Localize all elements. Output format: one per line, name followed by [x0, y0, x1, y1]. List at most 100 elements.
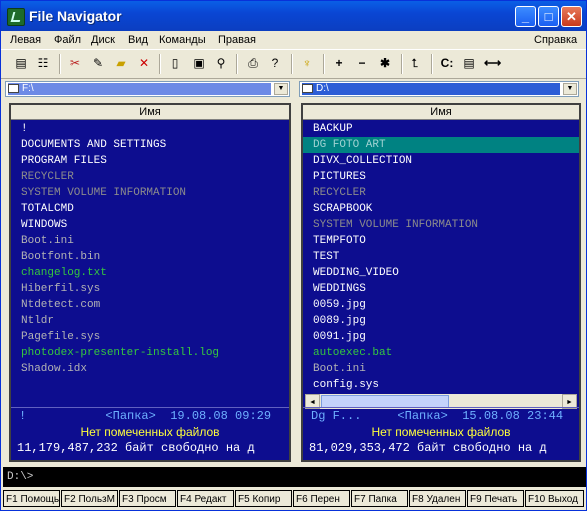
- file-list-item[interactable]: SYSTEM VOLUME INFORMATION: [303, 217, 579, 233]
- filter-icon[interactable]: ♆: [299, 55, 315, 71]
- file-list-item[interactable]: TOTALCMD: [11, 201, 289, 217]
- select-plus-icon[interactable]: +: [331, 55, 347, 71]
- left-file-list: ! DOCUMENTS AND SETTINGS PROGRAM FILES RECY…: [11, 121, 289, 377]
- right-drive-selector[interactable]: D:\ ▼: [299, 81, 579, 97]
- file-list-item[interactable]: TEMPFOTO: [303, 233, 579, 249]
- file-list-item[interactable]: RECYCLER: [303, 185, 579, 201]
- file-list-item[interactable]: SYSTEM VOLUME INFORMATION: [11, 185, 289, 201]
- right-panel[interactable]: Имя BACKUP DG FOTO ART DIVX_COLLECTION PICT…: [301, 103, 581, 462]
- left-drive-selector[interactable]: F:\ ▼: [5, 81, 290, 97]
- maximize-button[interactable]: □: [538, 6, 559, 27]
- left-status-marked: Нет помеченных файлов: [80, 425, 220, 439]
- file-list-item[interactable]: TEST: [303, 249, 579, 265]
- file-list-item[interactable]: 0091.jpg: [303, 329, 579, 345]
- f2-usermenu-button[interactable]: F2 ПользМ: [61, 490, 118, 507]
- file-list-item[interactable]: photodex-presenter-install.log: [11, 345, 289, 361]
- f6-move-button[interactable]: F6 Перен: [293, 490, 350, 507]
- f8-delete-button[interactable]: F8 Удален: [409, 490, 466, 507]
- right-status-marked: Нет помеченных файлов: [371, 425, 511, 439]
- close-button[interactable]: ✕: [561, 6, 582, 27]
- file-list-item[interactable]: BACKUP: [303, 121, 579, 137]
- file-list-item[interactable]: Boot.ini: [11, 233, 289, 249]
- menu-help[interactable]: Справка: [534, 34, 577, 46]
- right-status-current: Dg F... <Папка> 15.08.08 23:44: [311, 409, 564, 423]
- print-icon[interactable]: ⎙: [245, 55, 261, 71]
- tree-icon[interactable]: ▤: [13, 55, 29, 71]
- f9-print-button[interactable]: F9 Печать: [467, 490, 524, 507]
- file-list-item[interactable]: Bootfont.bin: [11, 249, 289, 265]
- file-list-item[interactable]: WEDDINGS: [303, 281, 579, 297]
- minimize-button[interactable]: _: [515, 6, 536, 27]
- toolbar: ▤ ☷ ✂ ✎ ▰ ✕ ▯ ▣ ⚲ ⎙ ? ♆ + − ✱ ⮤ C: ▤ ⟷: [1, 49, 586, 79]
- menu-right[interactable]: Правая: [218, 34, 256, 46]
- right-status: Dg F... <Папка> 15.08.08 23:44 Нет помеч…: [303, 407, 579, 460]
- right-status-free: 81,029,353,472 байт свободно на д: [309, 441, 547, 455]
- drive-c-button[interactable]: C:: [439, 55, 455, 71]
- file-list-item[interactable]: DOCUMENTS AND SETTINGS: [11, 137, 289, 153]
- cut-icon[interactable]: ✂: [67, 55, 83, 71]
- file-list-item[interactable]: Shadow.idx: [11, 361, 289, 377]
- chevron-down-icon[interactable]: ▼: [563, 83, 577, 95]
- window-title: File Navigator: [29, 8, 122, 24]
- left-panel[interactable]: Имя ! DOCUMENTS AND SETTINGS PROGRAM FILES…: [9, 103, 291, 462]
- chevron-down-icon[interactable]: ▼: [274, 83, 288, 95]
- file-list-item[interactable]: Boot.ini: [303, 361, 579, 377]
- file-list-item[interactable]: 0059.jpg: [303, 297, 579, 313]
- select-minus-icon[interactable]: −: [354, 55, 370, 71]
- file-list-item[interactable]: Ntldr: [11, 313, 289, 329]
- f1-help-button[interactable]: F1 Помощь: [3, 490, 60, 507]
- find-icon[interactable]: ⚲: [213, 55, 229, 71]
- file-list-item[interactable]: autoexec.bat: [303, 345, 579, 361]
- file-list-item[interactable]: Hiberfil.sys: [11, 281, 289, 297]
- f10-exit-button[interactable]: F10 Выход: [525, 490, 584, 507]
- file-list-item[interactable]: changelog.txt: [11, 265, 289, 281]
- file-list-item[interactable]: config.sys: [303, 377, 579, 393]
- document-icon[interactable]: ▯: [167, 55, 183, 71]
- file-list-item[interactable]: DIVX_COLLECTION: [303, 153, 579, 169]
- f4-edit-button[interactable]: F4 Редакт: [177, 490, 234, 507]
- title-bar[interactable]: File Navigator _ □ ✕: [1, 1, 586, 31]
- menu-commands[interactable]: Команды: [159, 34, 206, 46]
- file-list-item[interactable]: RECYCLER: [11, 169, 289, 185]
- left-name-header[interactable]: Имя: [11, 105, 289, 120]
- f5-copy-button[interactable]: F5 Копир: [235, 490, 292, 507]
- drive-icon: [302, 84, 313, 93]
- swap-panels-icon[interactable]: ⟷: [484, 55, 501, 71]
- left-status: ! <Папка> 19.08.08 09:29 Нет помеченных …: [11, 407, 289, 460]
- file-list-item[interactable]: WINDOWS: [11, 217, 289, 233]
- edit-icon[interactable]: ✎: [90, 55, 106, 71]
- up-dir-icon[interactable]: ⮤: [407, 55, 423, 71]
- app-window: File Navigator _ □ ✕ Левая Файл Диск Вид…: [0, 0, 587, 511]
- properties-icon[interactable]: ▣: [191, 55, 207, 71]
- brief-view-icon[interactable]: ☷: [35, 55, 51, 71]
- menu-view[interactable]: Вид: [128, 34, 148, 46]
- drive-icon: [8, 84, 19, 93]
- select-all-icon[interactable]: ✱: [377, 55, 393, 71]
- command-line[interactable]: D:\>: [3, 467, 586, 487]
- file-list-item[interactable]: !: [11, 121, 289, 137]
- menu-disk[interactable]: Диск: [91, 34, 115, 46]
- compare-icon[interactable]: ▤: [461, 55, 477, 71]
- f7-mkdir-button[interactable]: F7 Папка: [351, 490, 408, 507]
- right-file-list: BACKUP DG FOTO ART DIVX_COLLECTION PICTURES…: [303, 121, 579, 393]
- file-list-item[interactable]: PICTURES: [303, 169, 579, 185]
- file-list-item[interactable]: WEDDING_VIDEO: [303, 265, 579, 281]
- right-name-header[interactable]: Имя: [303, 105, 579, 120]
- menu-left[interactable]: Левая: [10, 34, 41, 46]
- file-list-item[interactable]: Ntdetect.com: [11, 297, 289, 313]
- file-list-item[interactable]: DG FOTO ART: [303, 137, 579, 153]
- file-list-item[interactable]: PROGRAM FILES: [11, 153, 289, 169]
- f3-view-button[interactable]: F3 Просм: [119, 490, 176, 507]
- menu-file[interactable]: Файл: [54, 34, 81, 46]
- file-list-item[interactable]: SCRAPBOOK: [303, 201, 579, 217]
- delete-icon[interactable]: ✕: [136, 55, 152, 71]
- left-drive-value: F:\: [8, 83, 271, 95]
- menu-bar: Левая Файл Диск Вид Команды Правая Справ…: [1, 31, 586, 49]
- help-icon[interactable]: ?: [267, 55, 283, 71]
- function-key-bar: F1 Помощь F2 ПользМ F3 Просм F4 Редакт F…: [3, 489, 586, 509]
- folder-icon[interactable]: ▰: [113, 55, 129, 71]
- file-list-item[interactable]: 0089.jpg: [303, 313, 579, 329]
- left-status-current: ! <Папка> 19.08.08 09:29: [19, 409, 272, 423]
- left-status-free: 11,179,487,232 байт свободно на д: [17, 441, 255, 455]
- file-list-item[interactable]: Pagefile.sys: [11, 329, 289, 345]
